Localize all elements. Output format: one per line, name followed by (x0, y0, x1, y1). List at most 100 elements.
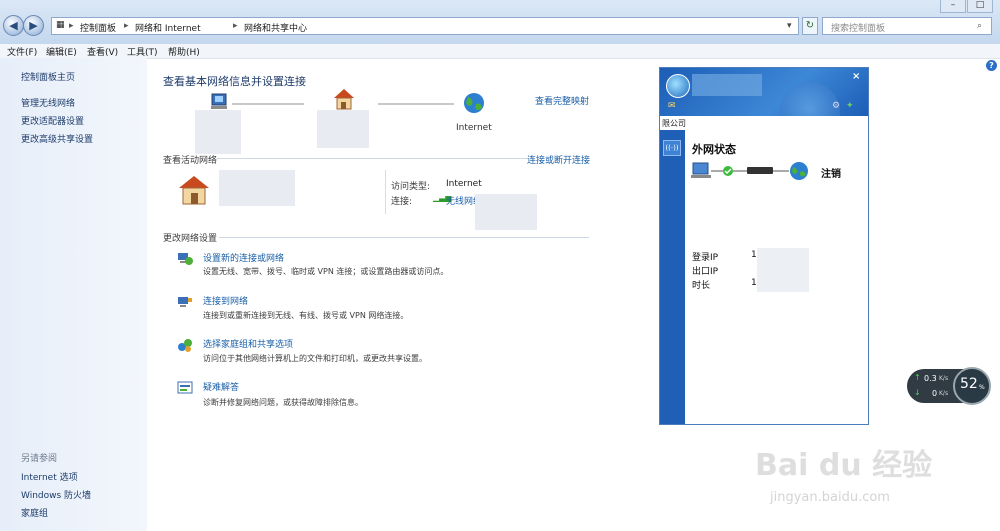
back-button[interactable]: ◀ (3, 15, 24, 36)
sidebar-home-link[interactable]: 控制面板主页 (21, 70, 75, 83)
breadcrumb-control-panel[interactable]: 控制面板 (80, 21, 116, 34)
redacted-network-name (317, 110, 369, 148)
redacted-connection-name (475, 194, 537, 230)
map-link-line (232, 103, 304, 105)
client-logo-icon (666, 74, 690, 98)
task-setup-connection-link[interactable]: 设置新的连接或网络 (203, 251, 284, 264)
task-homegroup-link[interactable]: 选择家庭组和共享选项 (203, 337, 293, 350)
map-link-line (378, 103, 454, 105)
baidu-watermark-logo: Bai du 经验 (755, 448, 933, 483)
memory-usage-percent-sign: % (979, 384, 985, 391)
mail-icon[interactable]: ✉ (668, 101, 676, 111)
connect-disconnect-link[interactable]: 连接或断开连接 (527, 153, 590, 166)
access-type-label: 访问类型: (391, 182, 431, 192)
computer-icon (211, 93, 227, 109)
popup-body: 外网状态 注销 登录IP 10. 出口IP 时长 1 (685, 130, 868, 424)
connection-label: 连接: (391, 197, 413, 207)
globe-icon (790, 162, 808, 180)
view-full-map-link[interactable]: 查看完整映射 (535, 94, 589, 107)
refresh-button[interactable]: ↻ (802, 17, 818, 35)
sidebar-link-advanced-sharing[interactable]: 更改高级共享设置 (21, 132, 93, 145)
sidebar: 控制面板主页 管理无线网络 更改适配器设置 更改高级共享设置 另请参阅 Inte… (0, 58, 147, 531)
upload-speed-value: 0.3 (924, 374, 937, 383)
header-globe-decoration (780, 82, 840, 116)
maximize-button[interactable]: □ (967, 0, 993, 13)
help-icon[interactable]: ? (986, 60, 997, 71)
home-network-large-icon (179, 176, 209, 205)
redacted-ip-details (757, 248, 809, 292)
address-toolbar: ◀ ▶ ▦ ▸ 控制面板 ▸ 网络和 Internet ▸ 网络和共享中心 ▾ … (0, 0, 1000, 45)
external-status-title: 外网状态 (692, 143, 736, 156)
redacted-user-name (692, 74, 762, 96)
forward-arrow-icon: ▶ (29, 19, 38, 32)
run-icon[interactable]: ✦ (846, 101, 854, 111)
forward-button[interactable]: ▶ (23, 15, 44, 36)
upload-speed-unit: K/s (939, 375, 949, 382)
control-panel-icon: ▦ (56, 20, 65, 30)
see-also-heading: 另请参阅 (21, 454, 58, 464)
see-also-homegroup[interactable]: 家庭组 (21, 506, 48, 519)
download-arrow-icon: ↓ (914, 388, 921, 397)
troubleshoot-icon (177, 380, 193, 396)
task-troubleshoot-desc: 诊断并修复网络问题，或获得故障排除信息。 (203, 398, 363, 407)
homegroup-icon (177, 337, 193, 353)
internet-globe-icon (464, 93, 484, 113)
search-input[interactable]: 搜索控制面板 ⌕ (822, 17, 992, 35)
vertical-divider (385, 170, 386, 214)
menu-bar: 文件(F) 编辑(E) 查看(V) 工具(T) 帮助(H) (0, 44, 1000, 59)
network-speed-widget[interactable]: ↑ 0.3 K/s ↓ 0 K/s 52 % (907, 367, 995, 407)
menu-view[interactable]: 查看(V) (87, 45, 118, 58)
download-speed-unit: K/s (939, 390, 949, 397)
maximize-icon: □ (975, 0, 985, 10)
access-type-value: Internet (446, 179, 482, 189)
router-icon (747, 167, 773, 174)
menu-tools[interactable]: 工具(T) (127, 45, 158, 58)
internet-label: Internet (456, 123, 492, 133)
popup-company-bar: 限公司 (660, 116, 868, 130)
pc-icon (691, 162, 711, 178)
task-troubleshoot-link[interactable]: 疑难解答 (203, 380, 239, 393)
duration-value: 1 (751, 278, 757, 288)
redacted-computer-name (195, 110, 241, 154)
sidebar-link-manage-wireless[interactable]: 管理无线网络 (21, 96, 75, 109)
active-networks-heading: 查看活动网络 (163, 156, 218, 166)
breadcrumb-network-internet[interactable]: 网络和 Internet (135, 21, 201, 34)
minimize-icon: – (950, 0, 956, 10)
task-setup-connection-desc: 设置无线、宽带、拨号、临时或 VPN 连接；或设置路由器或访问点。 (203, 267, 449, 276)
redacted-active-network (219, 170, 295, 206)
sidebar-link-adapter-settings[interactable]: 更改适配器设置 (21, 114, 84, 127)
task-connect-network-desc: 连接到或重新连接到无线、有线、拨号或 VPN 网络连接。 (203, 311, 409, 320)
duration-label: 时长 (692, 281, 711, 291)
wireless-tab-icon[interactable]: ((·)) (663, 140, 681, 156)
menu-file[interactable]: 文件(F) (7, 45, 37, 58)
section-divider (217, 158, 527, 159)
minimize-button[interactable]: – (940, 0, 966, 13)
menu-edit[interactable]: 编辑(E) (46, 45, 77, 58)
exit-ip-label: 出口IP (692, 267, 719, 277)
home-network-icon (334, 89, 354, 110)
address-bar[interactable]: ▦ ▸ 控制面板 ▸ 网络和 Internet ▸ 网络和共享中心 ▾ (51, 17, 799, 35)
search-placeholder: 搜索控制面板 (831, 24, 886, 34)
logout-button[interactable]: 注销 (821, 165, 841, 180)
popup-header: × ✉ ⚙ ✦ (660, 68, 868, 116)
address-dropdown-icon[interactable]: ▾ (787, 21, 792, 31)
section-divider (219, 237, 589, 238)
back-arrow-icon: ◀ (9, 19, 18, 32)
breadcrumb-chevron-icon: ▸ (233, 21, 238, 31)
task-connect-network-link[interactable]: 连接到网络 (203, 294, 248, 307)
login-ip-label: 登录IP (692, 253, 719, 263)
baidu-watermark-url: jingyan.baidu.com (770, 490, 890, 505)
see-also-internet-options[interactable]: Internet 选项 (21, 470, 78, 483)
upload-arrow-icon: ↑ (914, 373, 921, 382)
check-ok-icon (723, 166, 733, 176)
memory-usage-percent: 52 (960, 376, 978, 392)
refresh-icon: ↻ (805, 20, 815, 31)
see-also-windows-firewall[interactable]: Windows 防火墙 (21, 488, 91, 501)
menu-help[interactable]: 帮助(H) (168, 45, 200, 58)
download-speed-value: 0 (932, 389, 938, 398)
connect-to-network-icon (177, 294, 193, 310)
breadcrumb-network-sharing[interactable]: 网络和共享中心 (244, 21, 307, 34)
popup-close-icon[interactable]: × (852, 71, 860, 82)
settings-gear-icon[interactable]: ⚙ (832, 101, 840, 111)
search-icon: ⌕ (977, 21, 983, 31)
